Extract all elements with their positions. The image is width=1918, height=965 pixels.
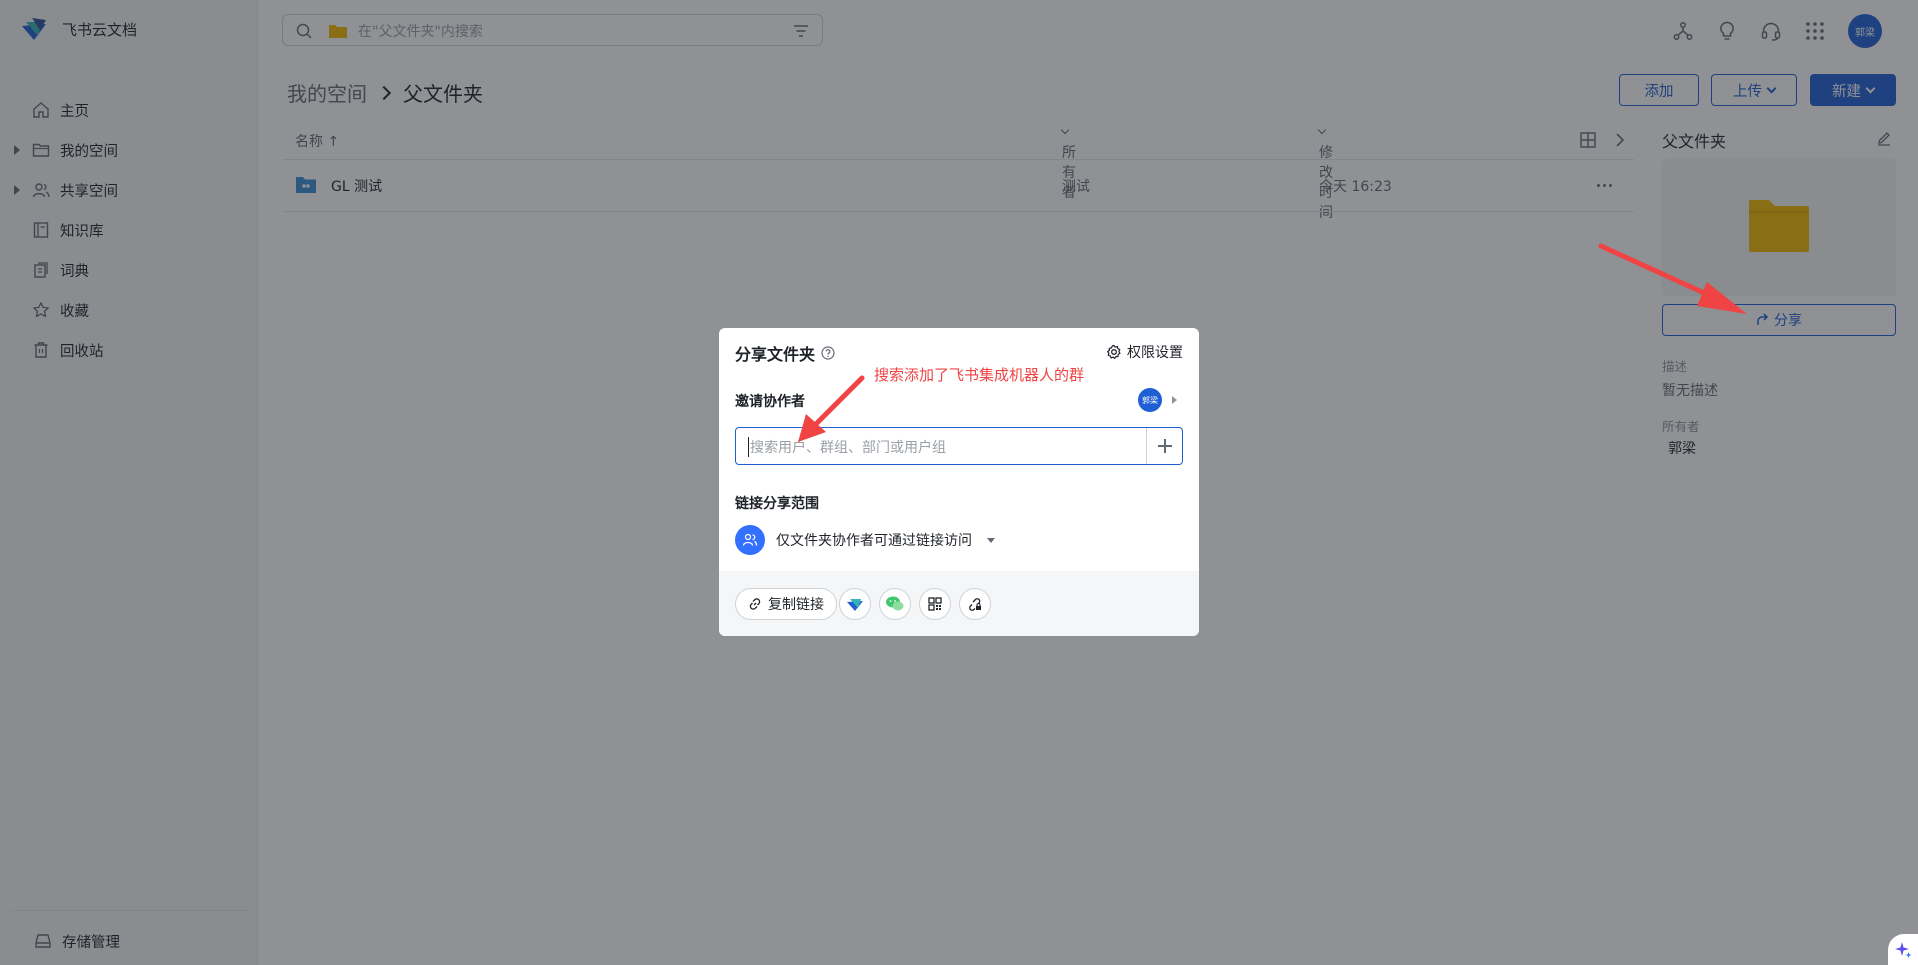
permission-settings-label: 权限设置 [1127, 345, 1183, 361]
link-scope-value: 仅文件夹协作者可通过链接访问 [776, 533, 972, 549]
qr-code-icon [928, 597, 942, 611]
gear-icon [1107, 344, 1121, 359]
collaborators-icon [735, 525, 765, 555]
copy-link-button[interactable]: 复制链接 [735, 588, 837, 620]
collaborator-list[interactable]: 郭梁 [1138, 388, 1177, 412]
link-scope-selector[interactable]: 仅文件夹协作者可通过链接访问 [735, 525, 995, 555]
caret-down-icon [987, 537, 995, 543]
help-icon[interactable] [821, 346, 835, 360]
add-collaborator-button[interactable] [1146, 428, 1182, 464]
share-to-wechat-button[interactable] [879, 588, 911, 620]
annotation-arrow-icon [798, 375, 865, 442]
wechat-icon [886, 596, 904, 611]
link-settings-button[interactable] [959, 588, 991, 620]
share-to-feishu-button[interactable] [839, 588, 871, 620]
copy-link-label: 复制链接 [768, 597, 824, 613]
dialog-title-text: 分享文件夹 [735, 345, 816, 364]
link-scope-label: 链接分享范围 [735, 496, 819, 512]
annotation-arrow-icon [1598, 243, 1747, 314]
link-lock-icon [969, 598, 981, 611]
ai-assistant-button[interactable] [1888, 934, 1918, 965]
caret-right-icon [1172, 396, 1177, 404]
link-icon [749, 598, 761, 610]
qr-code-button[interactable] [919, 588, 951, 620]
feishu-logo-icon [847, 599, 863, 611]
collaborator-avatar: 郭梁 [1138, 388, 1162, 412]
permission-settings-button[interactable]: 权限设置 [1106, 342, 1183, 362]
annotation-text: 搜索添加了飞书集成机器人的群 [874, 366, 1085, 384]
dialog-footer: 复制链接 [719, 571, 1199, 636]
sparkle-icon [1895, 942, 1912, 958]
dialog-title: 分享文件夹 [735, 341, 835, 365]
